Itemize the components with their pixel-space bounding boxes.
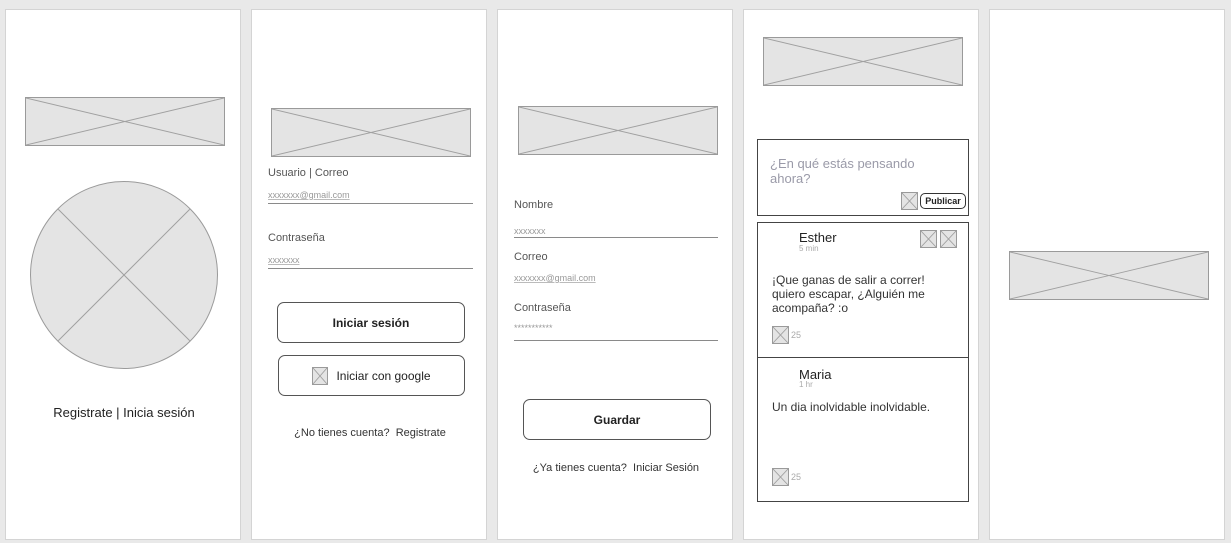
name-label: Nombre (514, 199, 554, 211)
google-icon (312, 366, 329, 385)
google-login-label: Iniciar con google (336, 368, 431, 383)
google-login-button[interactable]: Iniciar con google (278, 355, 465, 396)
edit-post-icon[interactable] (920, 230, 937, 248)
register-link[interactable]: Registrate (396, 427, 446, 439)
like-icon[interactable] (772, 326, 789, 344)
password-label: Contraseña (268, 232, 325, 244)
login-prompt: ¿Ya tienes cuenta? Iniciar Sesión (498, 462, 734, 474)
logo-placeholder (25, 97, 225, 146)
password-input[interactable]: *********** (514, 323, 553, 333)
name-input[interactable]: xxxxxxx (514, 226, 546, 236)
register-screen: Nombre xxxxxxx Correo xxxxxxx@gmail.com … (497, 9, 733, 540)
logo-placeholder (763, 37, 963, 86)
have-account-text: ¿Ya tienes cuenta? (532, 462, 627, 474)
save-button[interactable]: Guardar (523, 399, 711, 440)
post-time: 1 hr (799, 380, 813, 389)
publish-button[interactable]: Publicar (920, 193, 966, 209)
user-input-underline (268, 203, 473, 204)
blank-screen (989, 9, 1225, 540)
post-author[interactable]: Esther (799, 230, 837, 245)
attach-image-icon[interactable] (901, 192, 918, 210)
password-label: Contraseña (514, 302, 571, 314)
password-input[interactable]: xxxxxxx (268, 255, 300, 265)
login-screen: Usuario | Correo xxxxxxx@gmail.com Contr… (251, 9, 487, 540)
like-count: 25 (791, 330, 802, 340)
post-text: Un dia inolvidable inolvidable. (772, 400, 931, 414)
register-login-link[interactable]: Registrate | Inicia sesión (6, 405, 242, 420)
post-text: ¡Que ganas de salir a correr! quiero esc… (772, 273, 925, 315)
feed-screen: ¿En qué estás pensando ahora? Publicar E… (743, 9, 979, 540)
post-time: 5 min (799, 244, 819, 253)
splash-screen: Registrate | Inicia sesión (5, 9, 241, 540)
no-account-text: ¿No tienes cuenta? (294, 427, 390, 439)
password-input-underline (514, 340, 718, 341)
login-link[interactable]: Iniciar Sesión (633, 462, 699, 474)
user-label: Usuario | Correo (268, 167, 349, 179)
login-button[interactable]: Iniciar sesión (277, 302, 465, 343)
password-input-underline (268, 268, 473, 269)
post-composer: ¿En qué estás pensando ahora? Publicar (757, 139, 969, 216)
composer-input[interactable]: ¿En qué estás pensando ahora? (770, 156, 940, 186)
user-input[interactable]: xxxxxxx@gmail.com (268, 190, 350, 200)
like-icon[interactable] (772, 468, 789, 486)
name-input-underline (514, 237, 718, 238)
delete-post-icon[interactable] (940, 230, 957, 248)
image-placeholder-circle (30, 181, 218, 369)
post-card: Esther 5 min ¡Que ganas de salir a corre… (757, 222, 969, 358)
logo-placeholder (271, 108, 471, 157)
email-label: Correo (514, 251, 548, 263)
image-placeholder (1009, 251, 1209, 300)
email-input[interactable]: xxxxxxx@gmail.com (514, 273, 596, 283)
post-card: Maria 1 hr Un dia inolvidable inolvidabl… (757, 357, 969, 502)
signup-prompt: ¿No tienes cuenta? Registrate (252, 427, 488, 439)
like-count: 25 (791, 472, 802, 482)
logo-placeholder (518, 106, 718, 155)
